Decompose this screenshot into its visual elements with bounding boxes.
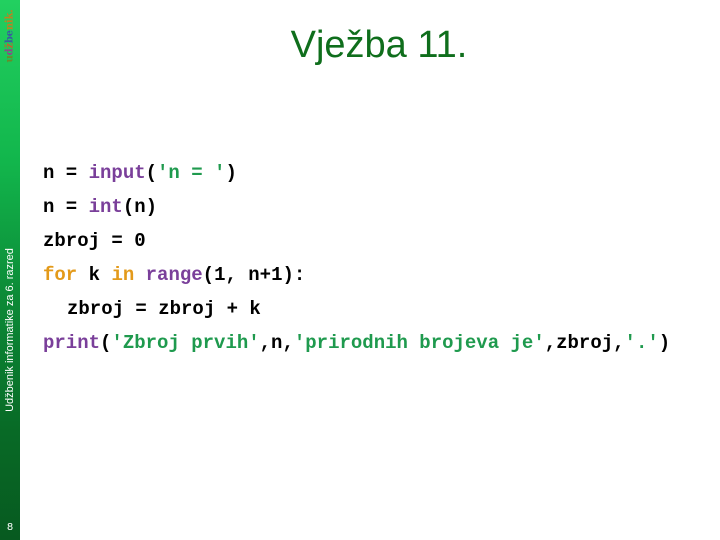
code-block: n = input('n = ') n = int(n) zbroj = 0 f…: [43, 156, 670, 360]
code-line: n = input('n = '): [43, 156, 670, 190]
logo-part: nik.: [4, 9, 16, 31]
code-text: ,n,: [259, 332, 294, 354]
logo-part: ž: [4, 43, 16, 49]
code-text: (1, n+1):: [202, 264, 306, 286]
code-text: (: [145, 162, 158, 184]
code-string: 'prirodnih brojeva je': [293, 332, 545, 354]
code-text: zbroj = zbroj + k: [67, 298, 261, 320]
code-line: zbroj = zbroj + k: [43, 292, 670, 326]
code-string: 'Zbroj prvih': [111, 332, 260, 354]
book-title-vertical: Udžbenik informatike za 6. razred: [4, 248, 16, 412]
logo-text: udžbenik.: [5, 9, 16, 62]
code-string: '.': [624, 332, 659, 354]
page-number: 8: [6, 522, 14, 533]
code-keyword: in: [111, 264, 135, 286]
code-text: ): [225, 162, 237, 184]
code-keyword: for: [43, 264, 78, 286]
code-line: for k in range(1, n+1):: [43, 258, 670, 292]
code-builtin: print: [43, 332, 101, 354]
code-text: zbroj = 0: [43, 230, 146, 252]
udzbenik-logo: udžbenik.: [1, 4, 19, 68]
code-builtin: range: [145, 264, 203, 286]
code-text: ): [658, 332, 671, 354]
slide-title: Vježba 11.: [290, 24, 468, 66]
logo-part: be: [4, 30, 16, 44]
code-text: ,zbroj,: [544, 332, 625, 354]
code-text: k: [77, 264, 112, 286]
sidebar: udžbenik. Udžbenik informatike za 6. raz…: [0, 0, 20, 540]
code-builtin: int: [88, 196, 123, 218]
code-text: (n): [122, 196, 158, 218]
code-line: n = int(n): [43, 190, 670, 224]
code-builtin: input: [88, 162, 146, 184]
code-line: print('Zbroj prvih',n,'prirodnih brojeva…: [43, 326, 670, 360]
code-text: n =: [43, 162, 89, 184]
logo-part: u: [4, 55, 16, 63]
code-line: zbroj = 0: [43, 224, 670, 258]
code-text: (: [100, 332, 112, 354]
code-string: 'n = ': [157, 162, 226, 184]
logo-part: d: [4, 48, 16, 56]
code-text: n =: [43, 196, 89, 218]
